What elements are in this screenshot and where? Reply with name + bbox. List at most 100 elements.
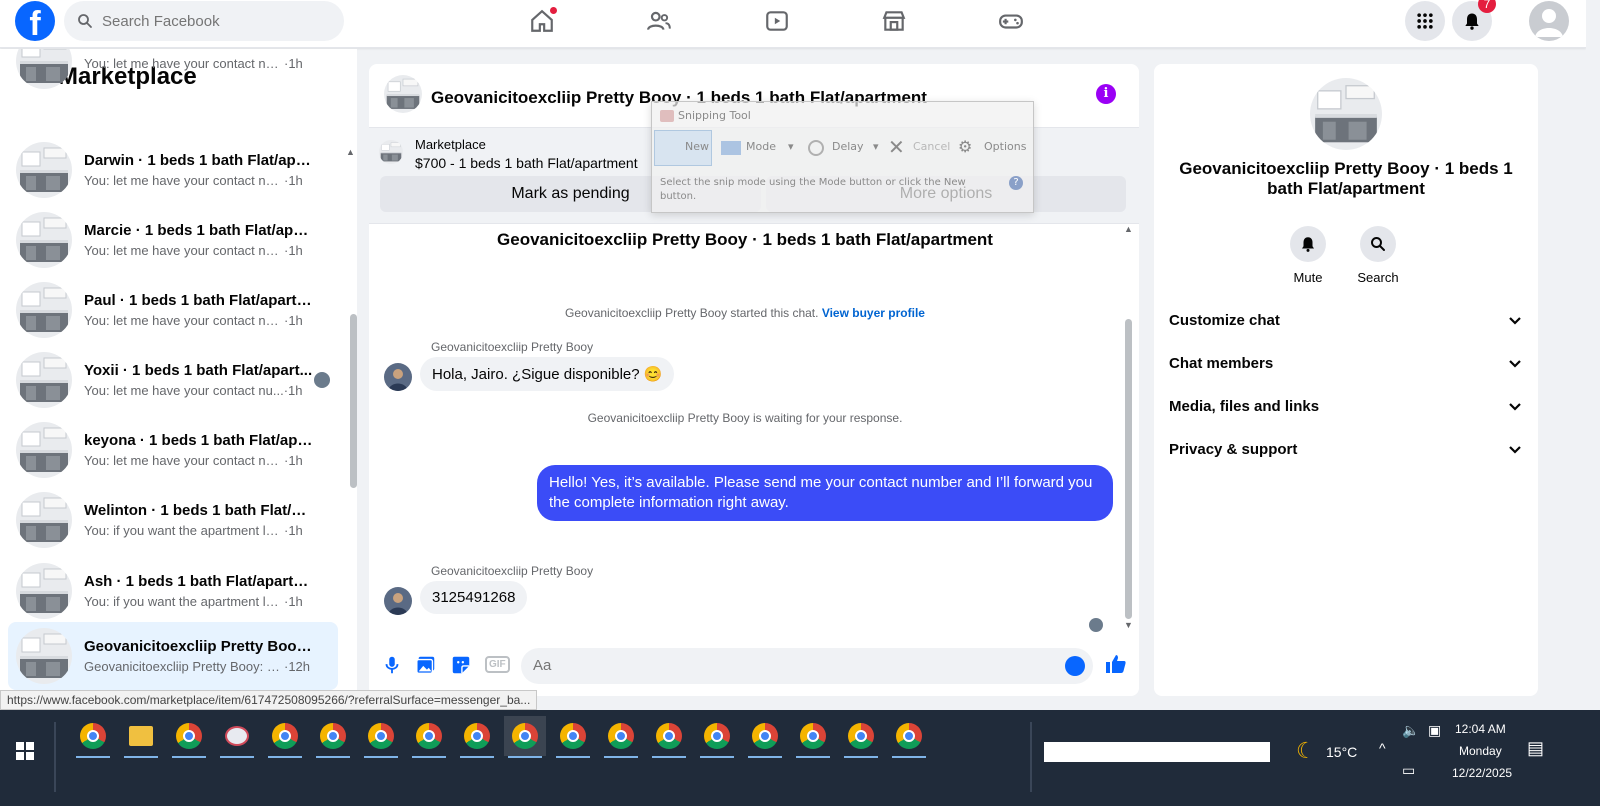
chrome-app[interactable] [888, 716, 930, 758]
microphone-icon[interactable] [381, 654, 403, 676]
photo-icon[interactable] [415, 654, 437, 676]
chrome-app[interactable] [648, 716, 690, 758]
camera-icon[interactable]: ▣ [1428, 722, 1441, 739]
listing-thumbnail[interactable] [379, 140, 403, 164]
chat-members-row[interactable]: Chat members [1169, 345, 1523, 381]
chat-listing-thumbnail[interactable] [384, 75, 422, 113]
profile-avatar[interactable] [1529, 1, 1569, 41]
conversation-preview: You: let me have your contact num... ·1h [84, 56, 314, 71]
media-files-links-row[interactable]: Media, files and links [1169, 388, 1523, 424]
chat-scroll-up[interactable]: ▲ [1124, 224, 1133, 234]
clock-day[interactable]: Monday [1459, 744, 1502, 758]
chrome-app[interactable] [456, 716, 498, 758]
message-input-box[interactable] [521, 648, 1093, 684]
chrome-app[interactable] [792, 716, 834, 758]
message-input[interactable] [533, 657, 1033, 674]
conversation-item[interactable]: Geovanicitoexcliip Pretty Booy · ... Geov… [8, 622, 338, 690]
chrome-app[interactable] [552, 716, 594, 758]
search-action[interactable]: Search [1343, 226, 1413, 285]
privacy-support-row[interactable]: Privacy & support [1169, 431, 1523, 467]
taskbar-address-box[interactable] [1044, 742, 1270, 762]
gaming-tab[interactable] [993, 6, 1029, 36]
conversation-item[interactable]: Paul · 1 beds 1 bath Flat/apartme... You:… [8, 276, 338, 344]
app-icon[interactable] [216, 716, 258, 758]
conversation-item[interactable]: keyona · 1 beds 1 bath Flat/apart... You:… [8, 416, 338, 484]
search-icon [1371, 237, 1385, 251]
search-icon [78, 14, 92, 28]
outgoing-message[interactable]: Hello! Yes, it’s available. Please send … [537, 465, 1113, 521]
scroll-up-arrow[interactable]: ▲ [346, 147, 355, 157]
conversation-title: Darwin · 1 beds 1 bath Flat/apart... [84, 152, 314, 169]
snip-cancel-button[interactable]: Cancel [913, 140, 950, 153]
sender-avatar[interactable] [384, 587, 412, 615]
emoji-icon[interactable] [1065, 656, 1085, 676]
sidebar-scrollbar[interactable] [350, 314, 357, 488]
sticker-icon[interactable] [450, 654, 472, 676]
like-thumb-icon[interactable] [1104, 652, 1128, 676]
view-buyer-profile-link[interactable]: View buyer profile [822, 306, 925, 320]
info-icon[interactable]: i [1096, 84, 1116, 104]
file-explorer-app[interactable] [120, 716, 162, 758]
incoming-message[interactable]: 3125491268 [420, 581, 528, 614]
chrome-app[interactable] [264, 716, 306, 758]
mute-action[interactable]: Mute [1273, 226, 1343, 285]
conversation-item[interactable]: Ash · 1 beds 1 bath Flat/apartment You: i… [8, 557, 338, 625]
tray-chevron-up-icon[interactable]: ^ [1379, 740, 1386, 756]
conversation-item[interactable]: Welinton · 1 beds 1 bath Flat/ap... You: … [8, 486, 338, 554]
conversation-item[interactable]: Darwin · 1 beds 1 bath Flat/apart... You:… [8, 136, 338, 204]
windows-start-icon[interactable] [16, 742, 34, 760]
snipping-tool-window[interactable]: Snipping Tool New Mode ▾ Delay ▾ ✕ Cance… [651, 101, 1034, 213]
chrome-app[interactable] [360, 716, 402, 758]
video-tab[interactable] [759, 6, 795, 36]
network-icon[interactable]: ▭ [1402, 762, 1415, 779]
conversation-item[interactable]: Marcie · 1 beds 1 bath Flat/apart... You:… [8, 206, 338, 274]
clock-time[interactable]: 12:04 AM [1455, 722, 1506, 736]
message-time: ·1h [284, 594, 303, 609]
listing-thumbnail [16, 492, 72, 548]
action-center-icon[interactable]: ▤ [1527, 738, 1544, 759]
conversation-item[interactable]: Yoxii · 1 beds 1 bath Flat/apart... You: … [8, 346, 338, 414]
chrome-app[interactable] [744, 716, 786, 758]
snip-mode-dropdown-icon[interactable]: ▾ [788, 140, 794, 153]
message-composer: GIF [369, 642, 1139, 690]
clock-date[interactable]: 12/22/2025 [1452, 766, 1512, 780]
chrome-app[interactable] [840, 716, 882, 758]
snip-options-button[interactable]: Options [984, 140, 1026, 153]
snip-delay-button[interactable]: Delay [832, 140, 864, 153]
snip-mode-button[interactable]: Mode [746, 140, 776, 153]
chat-scrollbar[interactable] [1125, 319, 1132, 619]
chat-scroll-down[interactable]: ▼ [1124, 620, 1133, 630]
chrome-icon [320, 723, 346, 749]
menu-button[interactable] [1405, 1, 1445, 41]
search-input[interactable] [102, 12, 322, 30]
listing-avatar[interactable] [1310, 78, 1382, 150]
chrome-app[interactable] [312, 716, 354, 758]
chevron-down-icon [1509, 360, 1521, 368]
snip-new-label[interactable]: New [685, 140, 709, 153]
conversation-item[interactable]: You: let me have your contact num... ·1h [8, 49, 338, 95]
listing-price-title[interactable]: $700 - 1 beds 1 bath Flat/apartment [415, 155, 638, 171]
friends-tab[interactable] [641, 6, 677, 36]
speaker-icon[interactable]: 🔈 [1402, 722, 1419, 739]
page-scrollbar[interactable] [1586, 0, 1600, 708]
chrome-app[interactable] [72, 716, 114, 758]
customize-chat-row[interactable]: Customize chat [1169, 302, 1523, 338]
gif-button[interactable]: GIF [485, 656, 510, 673]
marketplace-tab[interactable] [876, 6, 912, 36]
chrome-app[interactable] [696, 716, 738, 758]
notifications-button[interactable]: 7 [1452, 0, 1496, 41]
chrome-app[interactable] [504, 716, 546, 758]
moon-weather-icon[interactable]: ☾ [1296, 738, 1316, 764]
sender-avatar[interactable] [384, 363, 412, 391]
snip-delay-dropdown-icon[interactable]: ▾ [873, 140, 879, 153]
incoming-message[interactable]: Hola, Jairo. ¿Sigue disponible? 😊 [420, 357, 675, 391]
conversation-text: keyona · 1 beds 1 bath Flat/apart... You:… [84, 432, 314, 468]
home-tab[interactable] [524, 6, 560, 36]
facebook-logo[interactable]: f [15, 1, 55, 41]
snip-help-icon[interactable]: ? [1009, 176, 1023, 190]
chrome-app[interactable] [408, 716, 450, 758]
chrome-app[interactable] [168, 716, 210, 758]
temperature[interactable]: 15°C [1326, 744, 1357, 760]
chrome-app[interactable] [600, 716, 642, 758]
search-box[interactable] [64, 1, 344, 41]
